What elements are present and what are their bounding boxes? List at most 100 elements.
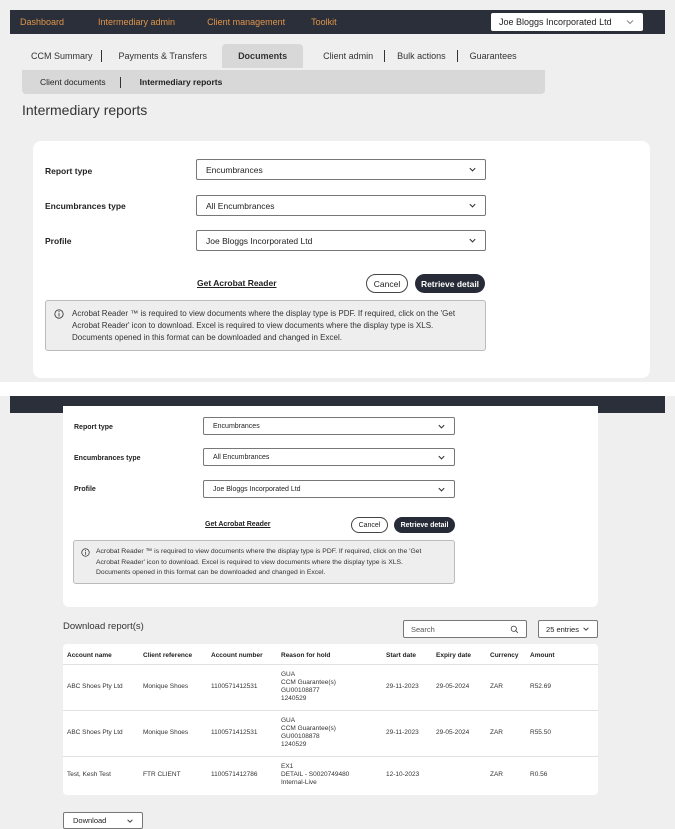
report-type-select[interactable]: Encumbrances [196,159,486,180]
search-placeholder: Search [411,624,435,634]
cell-client-reference: Monique Shoes [143,729,189,736]
get-acrobat-reader-link[interactable]: Get Acrobat Reader [197,278,277,288]
column-header[interactable]: Client reference [143,648,211,664]
tab-client-admin[interactable]: Client admin [309,44,386,68]
column-header[interactable]: Reason for hold [281,648,386,664]
reason-line: CCM Guarantee(s) [281,679,336,686]
encumbrances-type-value: All Encumbrances [213,453,270,461]
nav-client-management[interactable]: Client management [187,17,297,27]
tab-label: Guarantees [469,51,517,61]
main-tabs: CCM Summary Payments & Transfers Documen… [22,44,526,68]
entries-per-page-select[interactable]: 25 entries [538,620,598,638]
column-header[interactable]: Currency [490,648,530,664]
subtab-client-documents[interactable]: Client documents [22,77,121,88]
tab-label: CCM Summary [31,51,93,61]
info-icon [81,548,90,557]
search-input[interactable]: Search [403,620,527,638]
cell-account-number: 1100571412786 [211,771,258,779]
cell-account-number: 1100571412531 [211,729,258,736]
reason-line: Internal-Live [281,779,317,787]
profile-select[interactable]: Joe Bloggs Incorporated Ltd [196,230,486,251]
table-row[interactable]: ABC Shoes Pty Ltd Monique Shoes 11005714… [63,710,598,756]
cell-amount: R52.69 [530,683,551,690]
column-header[interactable]: Amount [530,648,598,664]
cell-expiry-date [436,756,490,794]
info-text-line: Documents opened in this format can be d… [96,569,326,576]
report-type-label: Report type [74,424,113,431]
info-text-line: Acrobat Reader ™ is required to view doc… [72,309,456,318]
column-header[interactable]: Start date [386,648,436,664]
encumbrances-type-label: Encumbrances type [74,455,141,462]
tab-guarantees[interactable]: Guarantees [458,44,526,68]
tab-ccm-summary[interactable]: CCM Summary [22,44,102,68]
cell-start-date: 29-11-2023 [386,729,419,736]
cell-amount: R0.56 [530,771,548,779]
cell-account-name: Test, Kesh Test [67,771,111,779]
info-text-line: Acrobat Reader ™ is required to view doc… [96,548,422,555]
profile-value: Joe Bloggs Incorporated Ltd [206,235,313,246]
cell-account-number: 1100571412531 [211,683,258,690]
encumbrances-type-label: Encumbrances type [45,201,126,211]
cell-client-reference: Monique Shoes [143,683,189,690]
client-selector[interactable]: Joe Bloggs Incorporated Ltd [491,13,643,31]
info-box: Acrobat Reader ™ is required to view doc… [45,300,486,351]
cell-account-name: ABC Shoes Pty Ltd [67,729,123,736]
download-select[interactable]: Download [63,812,143,829]
cancel-button[interactable]: Cancel [366,274,408,293]
report-type-value: Encumbrances [213,422,260,430]
reports-table-card: Account name Client reference Account nu… [63,644,598,795]
cell-expiry-date: 29-05-2024 [436,729,470,736]
nav-toolkit[interactable]: Toolkit [297,17,349,27]
cancel-button[interactable]: Cancel [351,517,388,533]
tab-documents[interactable]: Documents [222,44,304,68]
search-icon [510,625,519,634]
chevron-down-icon [583,627,589,631]
column-header[interactable]: Expiry date [436,648,490,664]
encumbrances-type-value: All Encumbrances [206,200,275,211]
reason-line: GUA [281,717,296,724]
cell-currency: ZAR [490,729,503,736]
chevron-down-icon [438,424,445,429]
reason-line: 1240529 [281,695,307,702]
encumbrances-type-select[interactable]: All Encumbrances [203,448,455,466]
top-navigation-bar: Dashboard Intermediary admin Client mana… [10,10,665,34]
tab-label: Client admin [323,51,374,61]
report-form-card: Report type Encumbrances Encumbrances ty… [33,141,650,378]
column-header[interactable]: Account number [211,648,281,664]
chevron-down-icon [127,819,133,823]
cell-account-name: ABC Shoes Pty Ltd [67,683,123,690]
reports-table: Account name Client reference Account nu… [63,648,598,794]
cell-expiry-date: 29-05-2024 [436,683,470,690]
get-acrobat-reader-link[interactable]: Get Acrobat Reader [205,521,270,528]
reason-line: GUA [281,671,296,678]
sub-tabs: Client documents Intermediary reports [22,70,545,94]
reason-line: EX1 [281,763,294,771]
chevron-down-icon [469,167,476,172]
profile-value: Joe Bloggs Incorporated Ltd [213,485,301,493]
retrieve-detail-button[interactable]: Retrieve detail [394,517,455,533]
table-row[interactable]: Test, Kesh Test FTR CLIENT 1100571412786… [63,756,598,794]
entries-label: 25 entries [546,624,579,634]
chevron-down-icon [438,455,445,460]
tab-bulk-actions[interactable]: Bulk actions [385,44,458,68]
column-header[interactable]: Account name [63,648,143,664]
download-label: Download [73,816,107,825]
profile-select[interactable]: Joe Bloggs Incorporated Ltd [203,480,455,498]
profile-label: Profile [74,486,96,493]
report-type-select[interactable]: Encumbrances [203,417,455,435]
report-form-card-scrolled: Report type Encumbrances Encumbrances ty… [63,406,598,607]
reason-line: DETAIL - S0020749480 [281,771,350,779]
tab-payments-transfers[interactable]: Payments & Transfers [102,44,217,68]
subtab-intermediary-reports[interactable]: Intermediary reports [120,77,233,87]
reason-line: GU00108878 [281,733,320,740]
reason-line: GU00108877 [281,687,320,694]
nav-intermediary-admin[interactable]: Intermediary admin [76,17,187,27]
retrieve-detail-button[interactable]: Retrieve detail [415,274,485,293]
table-row[interactable]: ABC Shoes Pty Ltd Monique Shoes 11005714… [63,664,598,710]
nav-dashboard[interactable]: Dashboard [10,17,76,27]
info-icon [54,309,64,319]
cell-reason-for-hold: GUA CCM Guarantee(s) GU00108877 1240529 [281,664,386,710]
tab-label: Payments & Transfers [118,51,208,61]
encumbrances-type-select[interactable]: All Encumbrances [196,195,486,216]
report-type-value: Encumbrances [206,164,263,175]
